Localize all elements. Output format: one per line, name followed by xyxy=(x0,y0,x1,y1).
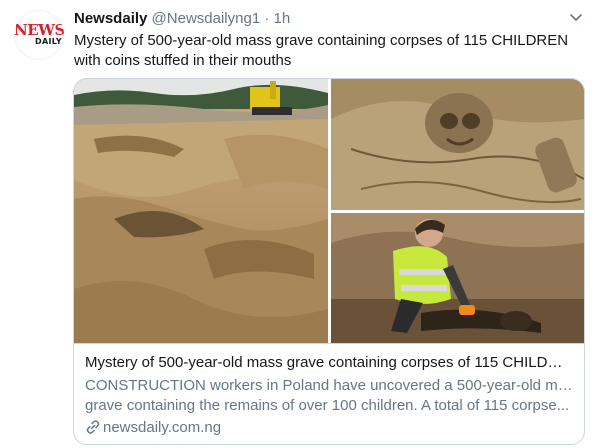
card-body[interactable]: Mystery of 500-year-old mass grave conta… xyxy=(74,343,584,444)
chevron-down-icon[interactable] xyxy=(566,10,586,26)
card-domain-text[interactable]: newsdaily.com.ng xyxy=(103,419,221,436)
tweet-timestamp[interactable]: 1h xyxy=(274,10,291,27)
card-description-line-1: CONSTRUCTION workers in Poland have unco… xyxy=(85,377,573,394)
avatar-logo-daily: DAILY xyxy=(35,37,62,46)
tweet-text: Mystery of 500-year-old mass grave conta… xyxy=(74,32,569,69)
card-title[interactable]: Mystery of 500-year-old mass grave conta… xyxy=(85,353,573,372)
author-handle[interactable]: @Newsdailyng1 xyxy=(152,10,261,27)
excavation-site-photo[interactable] xyxy=(74,79,328,343)
tweet[interactable]: NEWS DAILY Newsdaily @Newsdailyng1 · 1h … xyxy=(0,0,600,448)
header-separator: · xyxy=(264,10,270,27)
link-icon xyxy=(86,420,100,434)
card-description: CONSTRUCTION workers in Poland have unco… xyxy=(85,376,573,416)
avatar[interactable]: NEWS DAILY xyxy=(14,10,64,60)
card-description-line-2: grave containing the remains of over 100… xyxy=(85,397,570,414)
archaeologist-digging-photo[interactable] xyxy=(331,213,584,343)
card-domain[interactable]: newsdaily.com.ng xyxy=(85,418,221,437)
link-card[interactable]: Mystery of 500-year-old mass grave conta… xyxy=(73,78,585,445)
skull-in-soil-photo[interactable] xyxy=(331,79,584,210)
author-name[interactable]: Newsdaily xyxy=(74,10,147,27)
tweet-header: Newsdaily @Newsdailyng1 · 1h xyxy=(74,9,290,28)
